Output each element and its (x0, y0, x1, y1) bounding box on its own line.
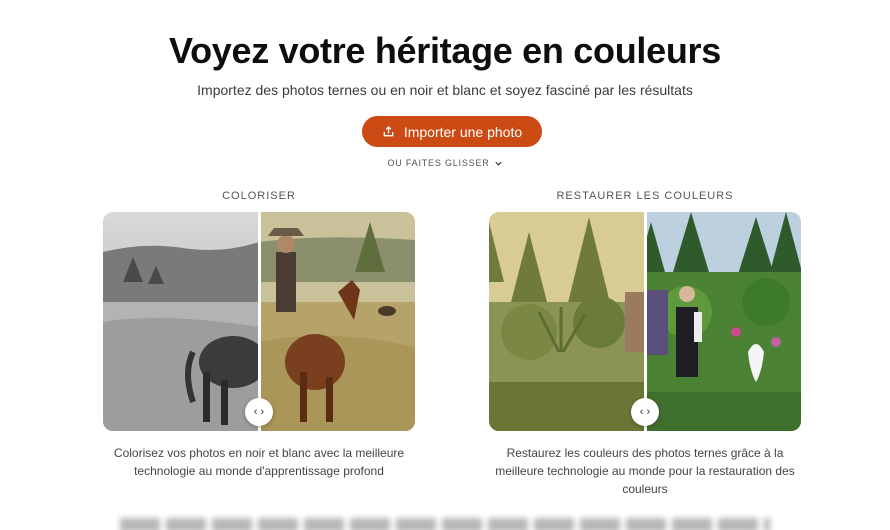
colorize-after-image (260, 212, 415, 431)
upload-icon (383, 125, 394, 137)
colorize-comparison[interactable]: ‹ › (103, 212, 415, 431)
colorize-before-image (103, 212, 267, 431)
restore-caption: Restaurez les couleurs des photos ternes… (489, 444, 801, 498)
blurred-footer-text (120, 518, 770, 530)
upload-photo-button[interactable]: Importer une photo (362, 116, 542, 147)
drag-drop-toggle[interactable]: OU FAITES GLISSER (0, 158, 890, 168)
restore-slider-handle[interactable]: ‹ › (631, 398, 659, 426)
page-title: Voyez votre héritage en couleurs (169, 30, 721, 71)
chevron-down-icon (494, 161, 502, 166)
colorize-caption-line1: Colorisez vos photos en noir et blanc av… (113, 446, 405, 460)
drag-drop-label: OU FAITES GLISSER (387, 158, 490, 168)
restore-caption-line1: Restaurez les couleurs des photos ternes… (506, 446, 784, 460)
page-subtitle: Importez des photos ternes ou en noir et… (197, 82, 693, 98)
colorize-slider-handle[interactable]: ‹ › (245, 398, 273, 426)
slider-handle-icon: ‹ › (253, 406, 265, 418)
restore-label: RESTAURER LES COULEURS (556, 190, 734, 202)
slider-handle-icon: ‹ › (639, 406, 651, 418)
restore-before-image (489, 212, 645, 431)
restore-after-image (637, 212, 801, 431)
restore-caption-line3: couleurs (622, 482, 668, 496)
page: Voyez votre héritage en couleurs Importe… (0, 0, 890, 530)
upload-button-label: Importer une photo (403, 123, 523, 140)
colorize-label: COLORISER (222, 190, 296, 202)
restore-comparison[interactable]: ‹ › (489, 212, 801, 431)
restore-caption-line2: meilleure technologie au monde pour la r… (495, 464, 795, 478)
colorize-caption-line2: technologie au monde d'apprentissage pro… (134, 464, 384, 478)
colorize-caption: Colorisez vos photos en noir et blanc av… (103, 444, 415, 480)
